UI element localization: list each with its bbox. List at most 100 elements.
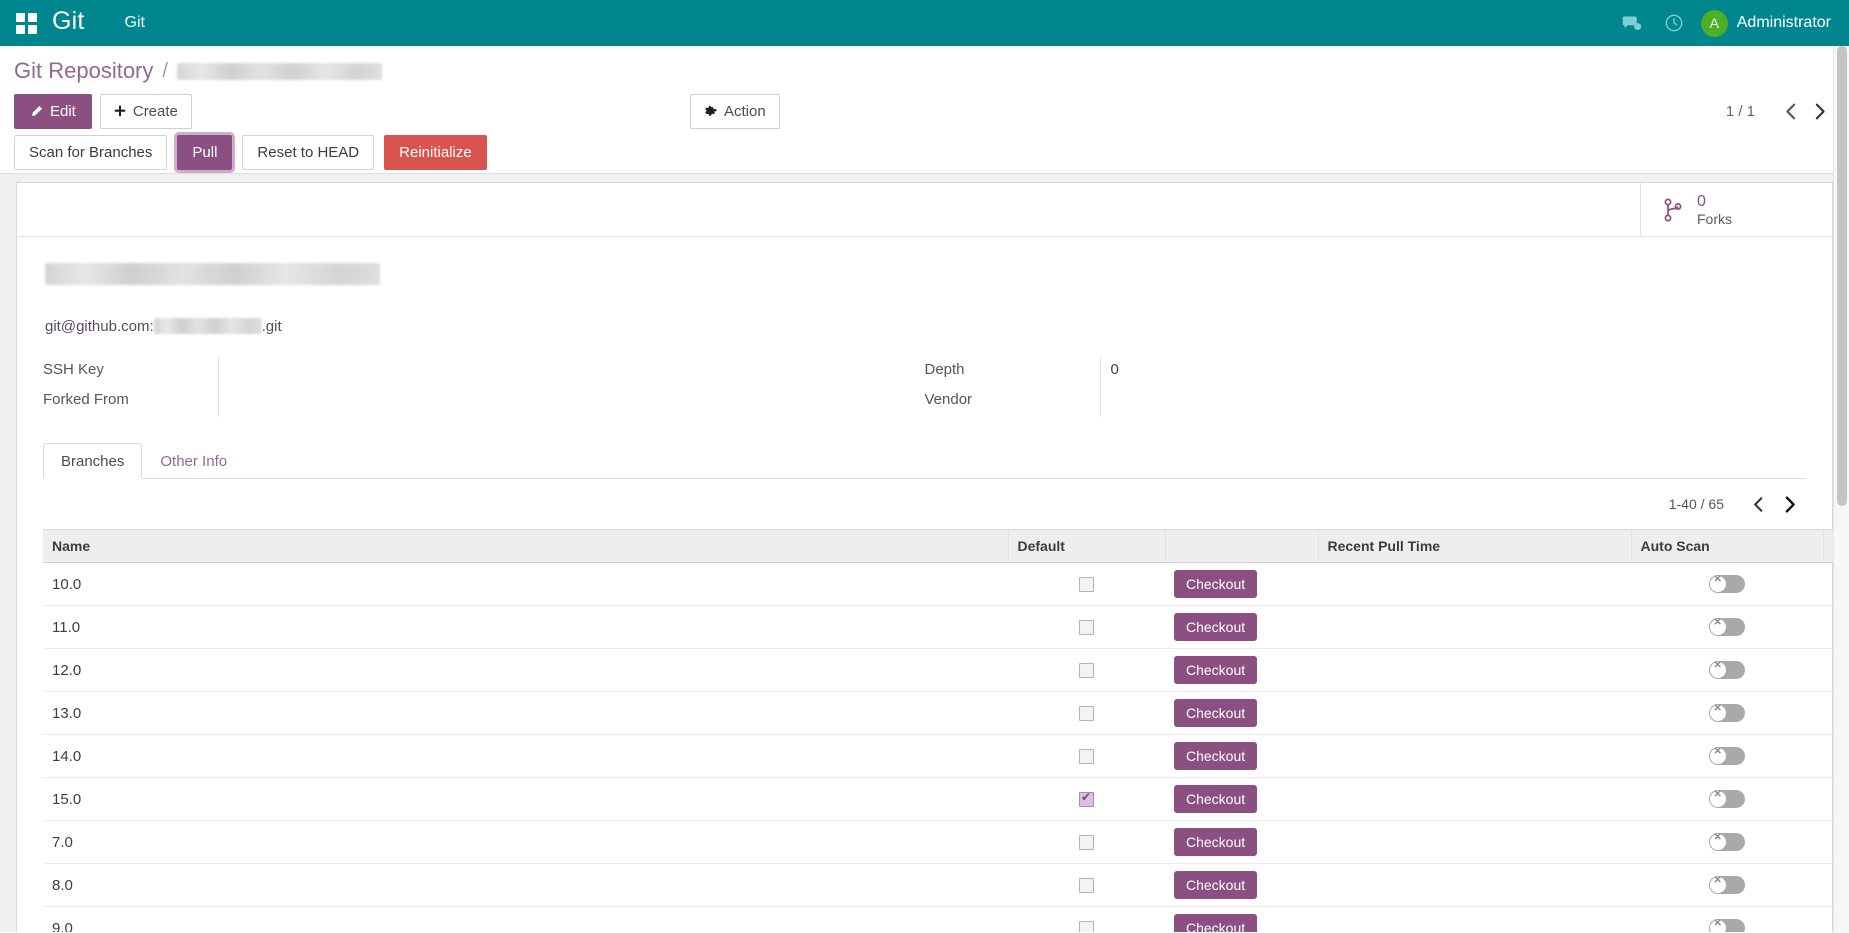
default-checkbox[interactable] bbox=[1079, 620, 1094, 635]
checkout-button[interactable]: Checkout bbox=[1174, 871, 1257, 899]
toggle-off-icon[interactable] bbox=[1709, 575, 1745, 593]
toggle-off-icon[interactable] bbox=[1709, 747, 1745, 765]
user-menu-button[interactable]: A Administrator bbox=[1695, 10, 1839, 37]
apps-menu-button[interactable] bbox=[0, 0, 52, 46]
cell-recent-pull-time[interactable] bbox=[1318, 606, 1631, 649]
default-checkbox[interactable] bbox=[1079, 663, 1094, 678]
toggle-off-icon[interactable] bbox=[1709, 618, 1745, 636]
branches-pager-next[interactable] bbox=[1774, 488, 1806, 520]
cell-default bbox=[1008, 606, 1165, 649]
field-depth: Depth 0 bbox=[925, 357, 1767, 387]
cell-default bbox=[1008, 563, 1165, 606]
cell-recent-pull-time[interactable] bbox=[1318, 735, 1631, 778]
table-row[interactable]: 14.0 Checkout bbox=[43, 735, 1849, 778]
cell-branch-name[interactable]: 12.0 bbox=[43, 649, 1008, 692]
menu-item-git[interactable]: Git bbox=[119, 14, 151, 32]
create-button[interactable]: Create bbox=[100, 94, 192, 129]
checkout-button[interactable]: Checkout bbox=[1174, 828, 1257, 856]
field-ssh-key-value[interactable] bbox=[218, 357, 363, 387]
cell-default bbox=[1008, 907, 1165, 933]
field-ssh-key-label: SSH Key bbox=[43, 357, 218, 378]
reinitialize-button[interactable]: Reinitialize bbox=[384, 135, 487, 170]
messages-menu-button[interactable] bbox=[1611, 0, 1653, 46]
tab-branches[interactable]: Branches bbox=[43, 443, 142, 479]
reset-to-head-button[interactable]: Reset to HEAD bbox=[242, 135, 374, 170]
record-pager-prev[interactable] bbox=[1775, 96, 1805, 126]
table-row[interactable]: 15.0 Checkout bbox=[43, 778, 1849, 821]
record-pager-next[interactable] bbox=[1805, 96, 1835, 126]
toggle-off-icon[interactable] bbox=[1709, 833, 1745, 851]
cell-recent-pull-time[interactable] bbox=[1318, 907, 1631, 933]
column-header-default[interactable]: Default bbox=[1008, 530, 1165, 563]
column-header-name[interactable]: Name bbox=[43, 530, 1008, 563]
table-row[interactable]: 9.0 Checkout bbox=[43, 907, 1849, 933]
page-scrollbar-thumb[interactable] bbox=[1837, 46, 1847, 506]
default-checkbox[interactable] bbox=[1079, 878, 1094, 893]
record-pager-count: 1 / 1 bbox=[1726, 103, 1755, 120]
field-forked-from-value[interactable] bbox=[218, 387, 363, 417]
column-header-auto-scan[interactable]: Auto Scan bbox=[1631, 530, 1823, 563]
cell-branch-name[interactable]: 10.0 bbox=[43, 563, 1008, 606]
checkout-button[interactable]: Checkout bbox=[1174, 785, 1257, 813]
chevron-left-icon bbox=[1785, 103, 1796, 120]
edit-button[interactable]: Edit bbox=[14, 94, 92, 129]
toggle-off-icon[interactable] bbox=[1709, 790, 1745, 808]
repository-url-redacted bbox=[154, 318, 262, 334]
default-checkbox[interactable] bbox=[1079, 792, 1094, 807]
branches-pager-prev[interactable] bbox=[1742, 488, 1774, 520]
table-row[interactable]: 12.0 Checkout bbox=[43, 649, 1849, 692]
table-row[interactable]: 13.0 Checkout bbox=[43, 692, 1849, 735]
checkout-button[interactable]: Checkout bbox=[1174, 613, 1257, 641]
cell-recent-pull-time[interactable] bbox=[1318, 649, 1631, 692]
cell-recent-pull-time[interactable] bbox=[1318, 821, 1631, 864]
cell-recent-pull-time[interactable] bbox=[1318, 692, 1631, 735]
table-row[interactable]: 10.0 Checkout bbox=[43, 563, 1849, 606]
default-checkbox[interactable] bbox=[1079, 749, 1094, 764]
checkout-button[interactable]: Checkout bbox=[1174, 699, 1257, 727]
cell-branch-name[interactable]: 11.0 bbox=[43, 606, 1008, 649]
cell-branch-name[interactable]: 8.0 bbox=[43, 864, 1008, 907]
notebook-page-branches: 1-40 / 65 bbox=[43, 479, 1806, 932]
field-depth-value[interactable]: 0 bbox=[1100, 357, 1247, 387]
action-menu-group: Action bbox=[690, 90, 780, 132]
checkout-button[interactable]: Checkout bbox=[1174, 742, 1257, 770]
table-row[interactable]: 8.0 Checkout bbox=[43, 864, 1849, 907]
cell-checkout: Checkout bbox=[1165, 864, 1318, 907]
toggle-off-icon[interactable] bbox=[1709, 876, 1745, 894]
default-checkbox[interactable] bbox=[1079, 921, 1094, 932]
cell-branch-name[interactable]: 13.0 bbox=[43, 692, 1008, 735]
breadcrumb-root[interactable]: Git Repository bbox=[14, 58, 153, 84]
cell-branch-name[interactable]: 15.0 bbox=[43, 778, 1008, 821]
default-checkbox[interactable] bbox=[1079, 577, 1094, 592]
pull-button[interactable]: Pull bbox=[177, 135, 232, 170]
cell-branch-name[interactable]: 7.0 bbox=[43, 821, 1008, 864]
default-checkbox[interactable] bbox=[1079, 706, 1094, 721]
default-checkbox[interactable] bbox=[1079, 835, 1094, 850]
toggle-off-icon[interactable] bbox=[1709, 704, 1745, 722]
checkout-button[interactable]: Checkout bbox=[1174, 570, 1257, 598]
tab-other-info[interactable]: Other Info bbox=[142, 443, 245, 479]
cell-branch-name[interactable]: 9.0 bbox=[43, 907, 1008, 933]
checkout-button[interactable]: Checkout bbox=[1174, 656, 1257, 684]
checkout-button[interactable]: Checkout bbox=[1174, 914, 1257, 932]
forks-stat-button[interactable]: 0 Forks bbox=[1640, 183, 1832, 237]
scan-for-branches-button[interactable]: Scan for Branches bbox=[14, 135, 167, 170]
table-row[interactable]: 11.0 Checkout bbox=[43, 606, 1849, 649]
field-vendor-value[interactable] bbox=[1100, 387, 1247, 417]
toggle-off-icon[interactable] bbox=[1709, 919, 1745, 932]
page-scrollbar[interactable] bbox=[1833, 46, 1849, 933]
breadcrumb: Git Repository / bbox=[0, 46, 1849, 90]
cell-recent-pull-time[interactable] bbox=[1318, 864, 1631, 907]
action-button[interactable]: Action bbox=[690, 94, 780, 129]
grid-apps-icon bbox=[16, 13, 37, 34]
form-body: git@github.com:.git SSH Key Forked From … bbox=[17, 237, 1832, 932]
brand-title: Git bbox=[52, 9, 89, 37]
cell-recent-pull-time[interactable] bbox=[1318, 563, 1631, 606]
table-row[interactable]: 7.0 Checkout bbox=[43, 821, 1849, 864]
activities-menu-button[interactable] bbox=[1653, 0, 1695, 46]
cell-recent-pull-time[interactable] bbox=[1318, 778, 1631, 821]
column-header-recent-pull-time[interactable]: Recent Pull Time bbox=[1318, 530, 1631, 563]
toggle-off-icon[interactable] bbox=[1709, 661, 1745, 679]
cell-branch-name[interactable]: 14.0 bbox=[43, 735, 1008, 778]
cell-auto-scan bbox=[1631, 735, 1823, 778]
